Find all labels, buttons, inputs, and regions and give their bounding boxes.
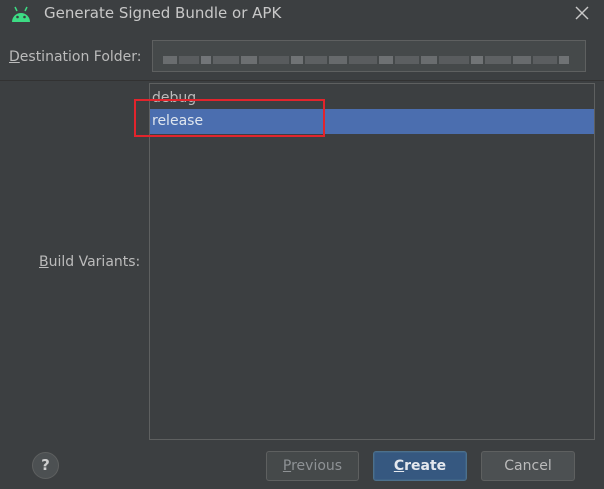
dialog-titlebar: Generate Signed Bundle or APK [0,0,604,30]
previous-button-label: revious [291,458,343,474]
destination-folder-label-text: estination Folder: [19,49,142,65]
destination-folder-field[interactable] [152,40,586,72]
destination-folder-label: Destination Folder: [9,49,142,65]
build-variants-label-text: uild Variants: [48,254,141,270]
android-icon [10,5,32,23]
create-button-mnemonic: C [393,458,405,474]
dialog-title: Generate Signed Bundle or APK [44,4,282,22]
help-button[interactable]: ? [32,452,59,479]
previous-button[interactable]: Previous [266,451,359,481]
cancel-button[interactable]: Cancel [481,451,575,481]
previous-button-mnemonic: P [282,458,292,474]
create-button-label: reate [404,458,447,474]
annotation-highlight-box [134,99,325,137]
build-variants-label-mnemonic: B [39,254,49,270]
close-icon[interactable] [571,2,593,24]
destination-folder-label-mnemonic: D [9,49,20,65]
build-variants-label: Build Variants: [39,254,140,270]
separator [0,80,604,81]
create-button[interactable]: Create [373,451,467,481]
